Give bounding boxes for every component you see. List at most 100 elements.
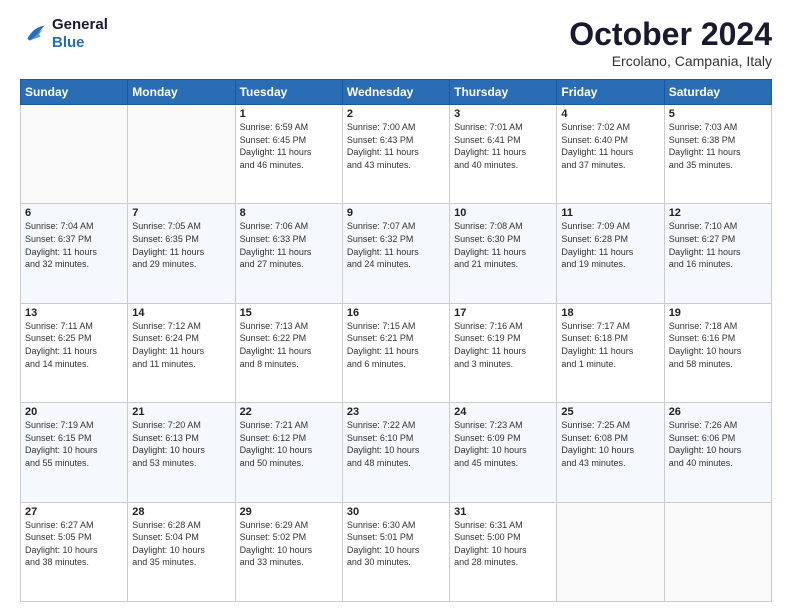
calendar-cell: 31Sunrise: 6:31 AM Sunset: 5:00 PM Dayli… (450, 502, 557, 601)
day-number: 21 (132, 406, 230, 418)
day-info: Sunrise: 7:17 AM Sunset: 6:18 PM Dayligh… (561, 320, 659, 370)
day-number: 29 (240, 506, 338, 518)
day-info: Sunrise: 7:21 AM Sunset: 6:12 PM Dayligh… (240, 419, 338, 469)
calendar-cell: 27Sunrise: 6:27 AM Sunset: 5:05 PM Dayli… (21, 502, 128, 601)
day-number: 10 (454, 207, 552, 219)
week-row-4: 27Sunrise: 6:27 AM Sunset: 5:05 PM Dayli… (21, 502, 772, 601)
calendar-cell: 25Sunrise: 7:25 AM Sunset: 6:08 PM Dayli… (557, 403, 664, 502)
day-info: Sunrise: 7:06 AM Sunset: 6:33 PM Dayligh… (240, 220, 338, 270)
day-number: 23 (347, 406, 445, 418)
calendar-cell: 3Sunrise: 7:01 AM Sunset: 6:41 PM Daylig… (450, 105, 557, 204)
weekday-header-tuesday: Tuesday (235, 80, 342, 105)
day-info: Sunrise: 6:28 AM Sunset: 5:04 PM Dayligh… (132, 519, 230, 569)
day-number: 27 (25, 506, 123, 518)
calendar-cell: 15Sunrise: 7:13 AM Sunset: 6:22 PM Dayli… (235, 303, 342, 402)
title-block: October 2024 Ercolano, Campania, Italy (569, 16, 772, 69)
page: General Blue October 2024 Ercolano, Camp… (0, 0, 792, 612)
day-number: 13 (25, 307, 123, 319)
day-info: Sunrise: 6:29 AM Sunset: 5:02 PM Dayligh… (240, 519, 338, 569)
day-number: 1 (240, 108, 338, 120)
calendar-cell: 12Sunrise: 7:10 AM Sunset: 6:27 PM Dayli… (664, 204, 771, 303)
logo-icon (20, 20, 48, 48)
logo: General Blue (20, 16, 108, 52)
day-info: Sunrise: 6:30 AM Sunset: 5:01 PM Dayligh… (347, 519, 445, 569)
day-info: Sunrise: 7:16 AM Sunset: 6:19 PM Dayligh… (454, 320, 552, 370)
calendar-cell: 16Sunrise: 7:15 AM Sunset: 6:21 PM Dayli… (342, 303, 449, 402)
day-info: Sunrise: 7:19 AM Sunset: 6:15 PM Dayligh… (25, 419, 123, 469)
calendar-cell: 4Sunrise: 7:02 AM Sunset: 6:40 PM Daylig… (557, 105, 664, 204)
day-info: Sunrise: 7:25 AM Sunset: 6:08 PM Dayligh… (561, 419, 659, 469)
weekday-header-friday: Friday (557, 80, 664, 105)
day-number: 12 (669, 207, 767, 219)
day-info: Sunrise: 7:02 AM Sunset: 6:40 PM Dayligh… (561, 121, 659, 171)
day-number: 18 (561, 307, 659, 319)
calendar-cell (557, 502, 664, 601)
calendar-cell: 14Sunrise: 7:12 AM Sunset: 6:24 PM Dayli… (128, 303, 235, 402)
day-info: Sunrise: 7:11 AM Sunset: 6:25 PM Dayligh… (25, 320, 123, 370)
calendar-cell: 1Sunrise: 6:59 AM Sunset: 6:45 PM Daylig… (235, 105, 342, 204)
calendar-cell: 24Sunrise: 7:23 AM Sunset: 6:09 PM Dayli… (450, 403, 557, 502)
week-row-3: 20Sunrise: 7:19 AM Sunset: 6:15 PM Dayli… (21, 403, 772, 502)
weekday-header-thursday: Thursday (450, 80, 557, 105)
day-info: Sunrise: 7:08 AM Sunset: 6:30 PM Dayligh… (454, 220, 552, 270)
calendar-cell: 26Sunrise: 7:26 AM Sunset: 6:06 PM Dayli… (664, 403, 771, 502)
calendar-cell: 21Sunrise: 7:20 AM Sunset: 6:13 PM Dayli… (128, 403, 235, 502)
day-number: 31 (454, 506, 552, 518)
day-number: 3 (454, 108, 552, 120)
week-row-1: 6Sunrise: 7:04 AM Sunset: 6:37 PM Daylig… (21, 204, 772, 303)
week-row-0: 1Sunrise: 6:59 AM Sunset: 6:45 PM Daylig… (21, 105, 772, 204)
calendar-cell: 2Sunrise: 7:00 AM Sunset: 6:43 PM Daylig… (342, 105, 449, 204)
day-info: Sunrise: 6:59 AM Sunset: 6:45 PM Dayligh… (240, 121, 338, 171)
day-number: 28 (132, 506, 230, 518)
calendar-cell: 10Sunrise: 7:08 AM Sunset: 6:30 PM Dayli… (450, 204, 557, 303)
logo-text: General Blue (52, 16, 108, 52)
calendar-table: SundayMondayTuesdayWednesdayThursdayFrid… (20, 79, 772, 602)
calendar-cell: 23Sunrise: 7:22 AM Sunset: 6:10 PM Dayli… (342, 403, 449, 502)
location: Ercolano, Campania, Italy (569, 53, 772, 69)
day-number: 5 (669, 108, 767, 120)
day-number: 19 (669, 307, 767, 319)
weekday-header-saturday: Saturday (664, 80, 771, 105)
calendar-cell (128, 105, 235, 204)
day-number: 8 (240, 207, 338, 219)
calendar-cell: 9Sunrise: 7:07 AM Sunset: 6:32 PM Daylig… (342, 204, 449, 303)
day-info: Sunrise: 7:23 AM Sunset: 6:09 PM Dayligh… (454, 419, 552, 469)
calendar-cell: 7Sunrise: 7:05 AM Sunset: 6:35 PM Daylig… (128, 204, 235, 303)
calendar-cell: 6Sunrise: 7:04 AM Sunset: 6:37 PM Daylig… (21, 204, 128, 303)
calendar-cell: 5Sunrise: 7:03 AM Sunset: 6:38 PM Daylig… (664, 105, 771, 204)
day-number: 7 (132, 207, 230, 219)
day-info: Sunrise: 7:00 AM Sunset: 6:43 PM Dayligh… (347, 121, 445, 171)
calendar-cell: 8Sunrise: 7:06 AM Sunset: 6:33 PM Daylig… (235, 204, 342, 303)
calendar-cell (21, 105, 128, 204)
day-info: Sunrise: 6:31 AM Sunset: 5:00 PM Dayligh… (454, 519, 552, 569)
calendar-cell: 28Sunrise: 6:28 AM Sunset: 5:04 PM Dayli… (128, 502, 235, 601)
weekday-header-monday: Monday (128, 80, 235, 105)
day-info: Sunrise: 7:09 AM Sunset: 6:28 PM Dayligh… (561, 220, 659, 270)
day-number: 11 (561, 207, 659, 219)
calendar-header: SundayMondayTuesdayWednesdayThursdayFrid… (21, 80, 772, 105)
calendar-cell: 29Sunrise: 6:29 AM Sunset: 5:02 PM Dayli… (235, 502, 342, 601)
header: General Blue October 2024 Ercolano, Camp… (20, 16, 772, 69)
day-info: Sunrise: 7:07 AM Sunset: 6:32 PM Dayligh… (347, 220, 445, 270)
day-number: 25 (561, 406, 659, 418)
day-info: Sunrise: 7:15 AM Sunset: 6:21 PM Dayligh… (347, 320, 445, 370)
calendar-cell: 11Sunrise: 7:09 AM Sunset: 6:28 PM Dayli… (557, 204, 664, 303)
calendar-cell: 13Sunrise: 7:11 AM Sunset: 6:25 PM Dayli… (21, 303, 128, 402)
day-info: Sunrise: 7:20 AM Sunset: 6:13 PM Dayligh… (132, 419, 230, 469)
day-info: Sunrise: 7:05 AM Sunset: 6:35 PM Dayligh… (132, 220, 230, 270)
day-info: Sunrise: 7:26 AM Sunset: 6:06 PM Dayligh… (669, 419, 767, 469)
calendar-body: 1Sunrise: 6:59 AM Sunset: 6:45 PM Daylig… (21, 105, 772, 602)
calendar-cell: 18Sunrise: 7:17 AM Sunset: 6:18 PM Dayli… (557, 303, 664, 402)
calendar-cell: 19Sunrise: 7:18 AM Sunset: 6:16 PM Dayli… (664, 303, 771, 402)
day-info: Sunrise: 7:10 AM Sunset: 6:27 PM Dayligh… (669, 220, 767, 270)
calendar-cell: 30Sunrise: 6:30 AM Sunset: 5:01 PM Dayli… (342, 502, 449, 601)
calendar-cell: 22Sunrise: 7:21 AM Sunset: 6:12 PM Dayli… (235, 403, 342, 502)
day-number: 22 (240, 406, 338, 418)
day-number: 17 (454, 307, 552, 319)
day-number: 24 (454, 406, 552, 418)
day-number: 9 (347, 207, 445, 219)
day-number: 14 (132, 307, 230, 319)
day-number: 16 (347, 307, 445, 319)
month-title: October 2024 (569, 16, 772, 53)
weekday-row: SundayMondayTuesdayWednesdayThursdayFrid… (21, 80, 772, 105)
